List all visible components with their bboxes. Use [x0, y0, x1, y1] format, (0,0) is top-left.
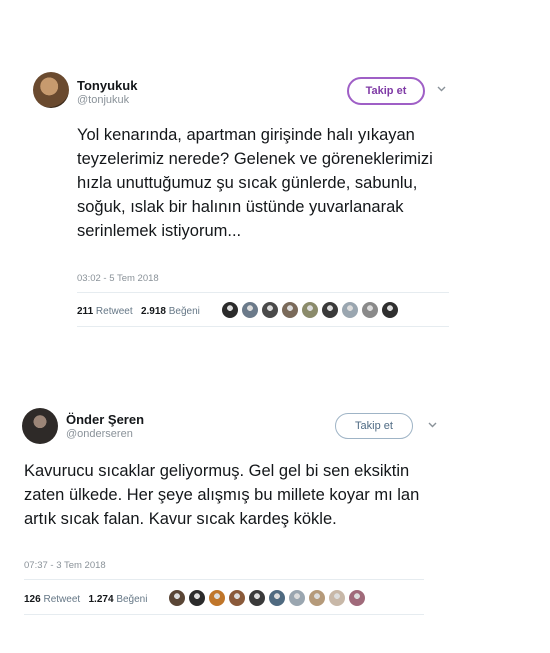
follow-button[interactable]: Takip et [347, 77, 425, 105]
tweet-text: Yol kenarında, apartman girişinde halı y… [77, 126, 433, 240]
liker-avatar[interactable] [348, 589, 366, 607]
like-count[interactable]: 1.274 [89, 594, 114, 605]
follow-button[interactable]: Takip et [335, 413, 413, 439]
tweet-timestamp[interactable]: 03:02 - 5 Tem 2018 [77, 273, 159, 284]
retweet-count[interactable]: 126 [24, 594, 41, 605]
retweet-count[interactable]: 211 [77, 306, 93, 317]
like-count[interactable]: 2.918 [141, 306, 166, 317]
chevron-down-icon[interactable] [428, 422, 437, 430]
tweet-timestamp[interactable]: 07:37 - 3 Tem 2018 [24, 560, 106, 571]
liker-avatar[interactable] [221, 301, 239, 319]
liker-avatar[interactable] [248, 589, 266, 607]
tweet-stats: 126 Retweet 1.274 Beğeni [24, 594, 147, 605]
liker-avatars [221, 301, 399, 319]
liker-avatar[interactable] [321, 301, 339, 319]
liker-avatar[interactable] [281, 301, 299, 319]
divider [77, 292, 449, 293]
user-handle[interactable]: @onderseren [66, 428, 133, 440]
liker-avatar[interactable] [228, 589, 246, 607]
user-name[interactable]: Önder Şeren [66, 412, 144, 427]
tweet-text: Kavurucu sıcaklar geliyormuş. Gel gel bi… [24, 462, 420, 528]
user-name[interactable]: Tonyukuk [77, 78, 137, 93]
liker-avatar[interactable] [241, 301, 259, 319]
avatar[interactable] [22, 408, 58, 444]
liker-avatar[interactable] [381, 301, 399, 319]
liker-avatar[interactable] [361, 301, 379, 319]
liker-avatar[interactable] [288, 589, 306, 607]
divider [77, 326, 449, 327]
divider [24, 579, 424, 580]
liker-avatar[interactable] [301, 301, 319, 319]
liker-avatar[interactable] [188, 589, 206, 607]
retweet-label[interactable]: Retweet [96, 306, 133, 317]
retweet-label[interactable]: Retweet [43, 594, 80, 605]
user-handle[interactable]: @tonjukuk [77, 94, 129, 106]
like-label[interactable]: Beğeni [116, 594, 147, 605]
liker-avatar[interactable] [328, 589, 346, 607]
avatar[interactable] [33, 72, 69, 108]
like-label[interactable]: Beğeni [169, 306, 200, 317]
liker-avatar[interactable] [308, 589, 326, 607]
divider [24, 614, 424, 615]
liker-avatar[interactable] [341, 301, 359, 319]
tweet-stats: 211 Retweet 2.918 Beğeni [77, 306, 200, 317]
liker-avatars [168, 589, 366, 607]
liker-avatar[interactable] [261, 301, 279, 319]
liker-avatar[interactable] [268, 589, 286, 607]
liker-avatar[interactable] [208, 589, 226, 607]
chevron-down-icon[interactable] [437, 86, 446, 94]
liker-avatar[interactable] [168, 589, 186, 607]
